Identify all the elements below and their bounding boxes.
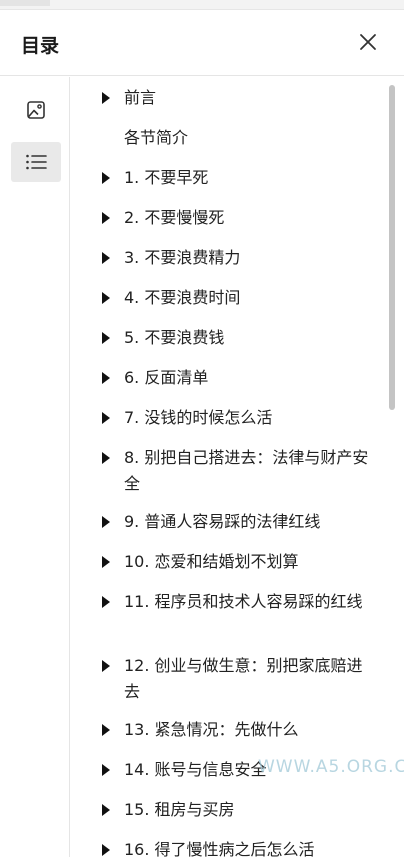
toc-item[interactable]: 2. 不要慢慢死 <box>71 205 381 231</box>
toc-item[interactable]: 9. 普通人容易踩的法律红线 <box>71 509 381 535</box>
caret-right-icon[interactable] <box>102 804 110 816</box>
close-button[interactable] <box>355 29 381 55</box>
image-view-button[interactable] <box>11 90 61 130</box>
toc-item-label: 8. 别把自己搭进去：法律与财产安全 <box>124 448 369 493</box>
list-icon <box>26 154 47 170</box>
toc-view-button[interactable] <box>11 142 61 182</box>
toc-item-label: 10. 恋爱和结婚划不划算 <box>124 552 299 571</box>
toc-item[interactable]: 5. 不要浪费钱 <box>71 325 381 351</box>
close-icon <box>360 34 376 50</box>
watermark: WWW.A5.ORG.CN <box>258 757 404 777</box>
panel-header: 目录 <box>0 10 404 76</box>
toc-item-label: 1. 不要早死 <box>124 168 209 187</box>
toc-item-label: 13. 紧急情况：先做什么 <box>124 720 299 739</box>
toc-item-label: 11. 程序员和技术人容易踩的红线 <box>124 592 363 611</box>
caret-right-icon[interactable] <box>102 372 110 384</box>
caret-right-icon[interactable] <box>102 452 110 464</box>
toc-item-label: 15. 租房与买房 <box>124 800 235 819</box>
toc-item[interactable]: 6. 反面清单 <box>71 365 381 391</box>
side-rail <box>0 77 70 857</box>
caret-right-icon[interactable] <box>102 556 110 568</box>
toc-item-label: 12. 创业与做生意：别把家底赔进去 <box>124 656 363 701</box>
caret-right-icon[interactable] <box>102 212 110 224</box>
tab-stub <box>0 0 50 6</box>
toc-item[interactable]: 16. 得了慢性病之后怎么活 <box>71 837 381 857</box>
toc-item-label: 各节简介 <box>124 128 189 147</box>
caret-right-icon[interactable] <box>102 660 110 672</box>
toc-item-label: 前言 <box>124 88 157 107</box>
caret-right-icon[interactable] <box>102 596 110 608</box>
caret-right-icon[interactable] <box>102 516 110 528</box>
toc-item[interactable]: 10. 恋爱和结婚划不划算 <box>71 549 381 575</box>
toc-panel: 前言 各节简介 1. 不要早死 2. 不要慢慢死 3. 不要浪费精力 4. 不要… <box>71 77 404 857</box>
toc-item-label: 16. 得了慢性病之后怎么活 <box>124 840 315 857</box>
caret-right-icon[interactable] <box>102 172 110 184</box>
toc-item[interactable]: 11. 程序员和技术人容易踩的红线 <box>71 589 381 641</box>
toc-item[interactable]: 前言 <box>71 85 381 111</box>
caret-right-icon[interactable] <box>102 292 110 304</box>
caret-right-icon[interactable] <box>102 844 110 856</box>
toc-item[interactable]: 4. 不要浪费时间 <box>71 285 381 311</box>
image-icon <box>27 101 45 119</box>
toc-item-label: 3. 不要浪费精力 <box>124 248 241 267</box>
toc-scrollbar-thumb[interactable] <box>389 85 395 410</box>
toc-item[interactable]: 12. 创业与做生意：别把家底赔进去 <box>71 653 381 705</box>
panel-title: 目录 <box>21 35 60 57</box>
caret-right-icon[interactable] <box>102 412 110 424</box>
toc-item[interactable]: 3. 不要浪费精力 <box>71 245 381 271</box>
toc-item[interactable]: 8. 别把自己搭进去：法律与财产安全 <box>71 445 381 497</box>
toc-item[interactable]: 15. 租房与买房 <box>71 797 381 823</box>
toc-item-label: 4. 不要浪费时间 <box>124 288 241 307</box>
caret-right-icon[interactable] <box>102 332 110 344</box>
toc-item-label: 9. 普通人容易踩的法律红线 <box>124 512 321 531</box>
top-strip <box>0 0 404 10</box>
toc-item[interactable]: 1. 不要早死 <box>71 165 381 191</box>
caret-right-icon[interactable] <box>102 724 110 736</box>
caret-right-icon[interactable] <box>102 252 110 264</box>
toc-item-label: 2. 不要慢慢死 <box>124 208 225 227</box>
toc-item[interactable]: 7. 没钱的时候怎么活 <box>71 405 381 431</box>
caret-right-icon[interactable] <box>102 764 110 776</box>
toc-item-label: 5. 不要浪费钱 <box>124 328 225 347</box>
toc-item[interactable]: 13. 紧急情况：先做什么 <box>71 717 381 743</box>
toc-item[interactable]: 各节简介 <box>71 125 381 151</box>
caret-right-icon[interactable] <box>102 92 110 104</box>
toc-item-label: 6. 反面清单 <box>124 368 209 387</box>
toc-item-label: 7. 没钱的时候怎么活 <box>124 408 273 427</box>
